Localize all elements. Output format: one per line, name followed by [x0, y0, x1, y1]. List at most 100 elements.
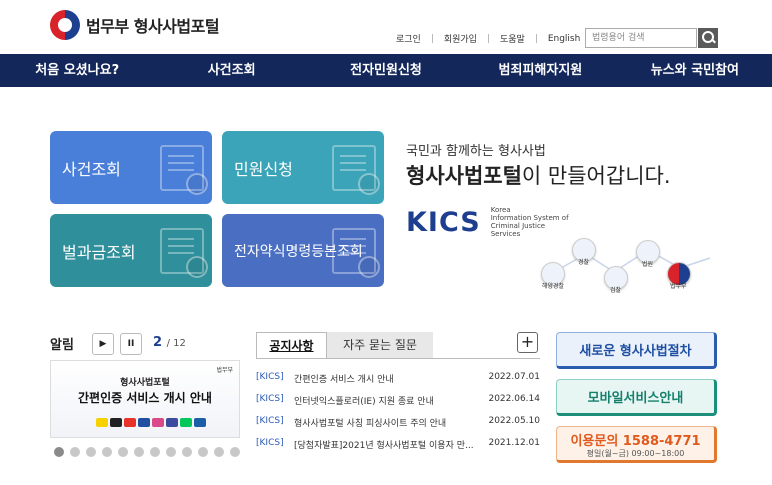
org-label: 해양경찰 [542, 283, 565, 290]
kics-desc-line: Criminal Justice [490, 222, 546, 230]
nav-item-e-civil[interactable]: 전자민원신청 [309, 54, 463, 87]
help-link[interactable]: 도움말 [500, 32, 525, 45]
slide-dot[interactable] [54, 447, 64, 457]
nav-item-first-visit[interactable]: 처음 오셨나요? [0, 54, 154, 87]
pass-icon [110, 418, 122, 427]
auth-provider-logos [96, 418, 206, 427]
banner-title: 형사사법포털 [120, 378, 170, 388]
document-edit-icon [332, 145, 380, 195]
slide-dot[interactable] [150, 447, 160, 457]
total-pages: / 12 [166, 338, 186, 349]
promo-rest: 이 만들어갑니다. [521, 164, 671, 188]
main-nav: 처음 오셨나요? 사건조회 전자민원신청 범죄피해자지원 뉴스와 국민참여 [0, 54, 772, 87]
inquiry-hours: 평일(월~금) 09:00~18:00 [586, 449, 685, 458]
kics-desc-line: Korea [490, 206, 511, 214]
case-search-tile[interactable]: 사건조회 [50, 131, 212, 204]
notice-tag: [KICS] [256, 416, 284, 426]
notice-date: 2021.12.01 [488, 438, 540, 448]
toss-icon [166, 418, 178, 427]
tile-label: 민원신청 [234, 159, 293, 179]
play-icon[interactable]: ▶ [92, 333, 114, 355]
divider [535, 34, 537, 43]
slide-dot[interactable] [214, 447, 224, 457]
notice-tag: [KICS] [256, 438, 284, 448]
notice-title[interactable]: 형사사법포털 사칭 피싱사이트 주의 안내 [294, 416, 480, 429]
kb-icon [138, 418, 150, 427]
notice-tag: [KICS] [256, 372, 284, 382]
naver-icon [180, 418, 192, 427]
government-emblem-icon [50, 10, 80, 40]
document-copy-icon [332, 228, 380, 278]
slide-dot[interactable] [230, 447, 240, 457]
promo-bold: 형사사법포털 [406, 164, 522, 188]
nav-item-case-search[interactable]: 사건조회 [154, 54, 308, 87]
tile-label: 벌과금조회 [62, 242, 136, 262]
civil-request-tile[interactable]: 민원신청 [222, 131, 384, 204]
divider [256, 358, 540, 359]
notice-title[interactable]: 인터넷익스플로러(IE) 지원 종료 안내 [294, 394, 480, 407]
slide-dot[interactable] [118, 447, 128, 457]
notice-date: 2022.07.01 [488, 372, 540, 382]
kakao-icon [96, 418, 108, 427]
org-label: 법무부 [670, 283, 687, 290]
new-procedure-button[interactable]: 새로운 형사사법절차 [556, 332, 717, 369]
search-input[interactable]: 법령용어 검색 [585, 28, 697, 48]
pause-icon[interactable]: II [120, 333, 142, 355]
more-button[interactable]: + [517, 332, 538, 353]
tile-label: 사건조회 [62, 159, 121, 179]
document-search-icon [160, 145, 208, 195]
search-bar: 법령용어 검색 [585, 28, 718, 48]
header: 법무부 형사사법포털 로그인 회원가입 도움말 English 법령용어 검색 [0, 0, 772, 54]
notice-title[interactable]: [당첨자발표]2021년 형사사법포털 이용자 만... [294, 438, 480, 451]
list-item[interactable]: [KICS] 간편인증 서비스 개시 안내 2022.07.01 [256, 372, 540, 385]
banner-subtitle: 간편인증 서비스 개시 안내 [78, 391, 212, 405]
divider [431, 34, 433, 43]
nav-item-victim-support[interactable]: 범죄피해자지원 [463, 54, 617, 87]
list-item[interactable]: [KICS] [당첨자발표]2021년 형사사법포털 이용자 만... 2021… [256, 438, 540, 451]
mobile-service-button[interactable]: 모바일서비스안내 [556, 379, 717, 416]
org-label: 검찰 [610, 287, 622, 294]
utility-links: 로그인 회원가입 도움말 English [396, 32, 581, 46]
document-won-icon [160, 228, 208, 278]
list-item[interactable]: [KICS] 형사사법포털 사칭 피싱사이트 주의 안내 2022.05.10 [256, 416, 540, 429]
tab-notice[interactable]: 공지사항 [256, 332, 327, 358]
payco-icon [124, 418, 136, 427]
kics-logo: KICS Korea Information System of Crimina… [406, 206, 569, 238]
kics-description: Korea Information System of Criminal Jus… [491, 206, 569, 238]
slide-dot[interactable] [182, 447, 192, 457]
login-link[interactable]: 로그인 [396, 32, 421, 45]
kics-wordmark: KICS [406, 206, 481, 238]
logo-text: 법무부 형사사법포털 [86, 17, 220, 36]
signup-link[interactable]: 회원가입 [444, 32, 477, 45]
notice-banner[interactable]: 법무부 형사사법포털 간편인증 서비스 개시 안내 [50, 360, 240, 438]
slide-dot[interactable] [166, 447, 176, 457]
kics-desc-line: Information System of [490, 214, 569, 222]
notice-date: 2022.05.10 [488, 416, 540, 426]
summary-order-tile[interactable]: 전자약식명령등본조회 [222, 214, 384, 287]
slide-dots [54, 447, 240, 457]
slide-dot[interactable] [70, 447, 80, 457]
slide-dot[interactable] [86, 447, 96, 457]
tab-faq[interactable]: 자주 묻는 질문 [327, 332, 433, 358]
fine-search-tile[interactable]: 벌과금조회 [50, 214, 212, 287]
promo-line2: 형사사법포털이 만들어갑니다. [406, 160, 671, 190]
english-link[interactable]: English [548, 34, 581, 44]
search-icon[interactable] [698, 28, 718, 48]
slide-dot[interactable] [198, 447, 208, 457]
kics-desc-line: Services [490, 230, 521, 238]
banner-ministry-label: 법무부 [216, 367, 233, 374]
slide-dot[interactable] [134, 447, 144, 457]
org-label: 경찰 [578, 259, 590, 266]
slide-dot[interactable] [102, 447, 112, 457]
logo[interactable]: 법무부 형사사법포털 [50, 10, 220, 40]
inquiry-phone: 이용문의 1588-4771 [570, 434, 701, 449]
inquiry-button[interactable]: 이용문의 1588-4771 평일(월~금) 09:00~18:00 [556, 426, 717, 463]
current-page: 2 [153, 335, 163, 350]
alarm-title: 알림 [50, 338, 74, 353]
notice-title[interactable]: 간편인증 서비스 개시 안내 [294, 372, 480, 385]
nav-item-news[interactable]: 뉴스와 국민참여 [618, 54, 772, 87]
list-item[interactable]: [KICS] 인터넷익스플로러(IE) 지원 종료 안내 2022.06.14 [256, 394, 540, 407]
slide-counter: 2 / 12 [153, 335, 186, 350]
notice-date: 2022.06.14 [488, 394, 540, 404]
bank-icon [194, 418, 206, 427]
